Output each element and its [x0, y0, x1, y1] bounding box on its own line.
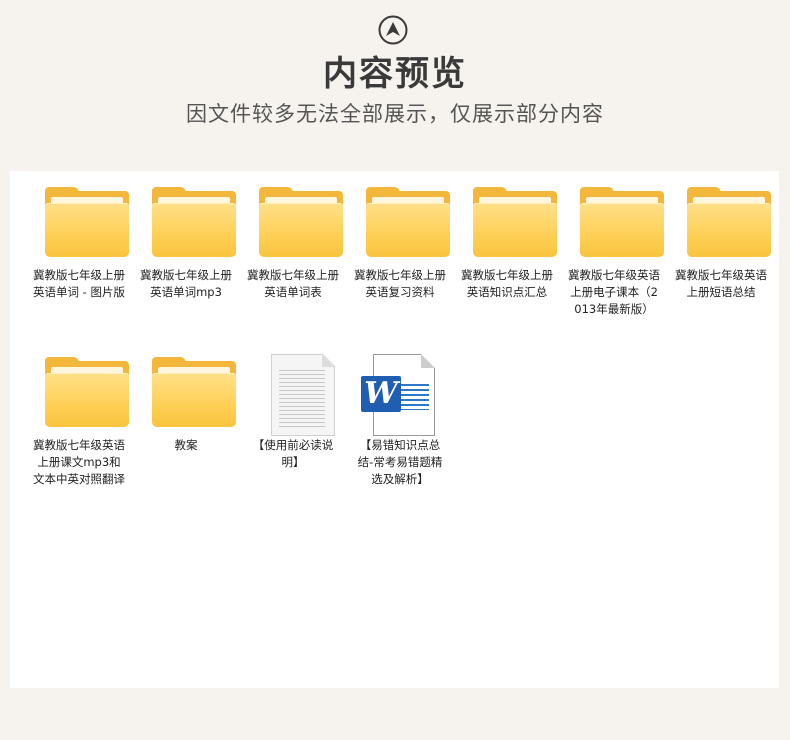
file-name: 冀教版七年级上册英语单词表 — [247, 268, 339, 299]
word-document-icon: W — [361, 354, 441, 438]
file-item[interactable]: W 【易错知识点总结-常考易错题精选及解析】 — [351, 341, 449, 488]
file-item[interactable]: 冀教版七年级英语上册短语总结 — [672, 171, 771, 301]
file-item[interactable]: 冀教版七年级英语上册电子课本（2013年最新版） — [565, 171, 664, 318]
file-name: 冀教版七年级上册英语复习资料 — [354, 268, 446, 299]
folder-icon — [152, 357, 236, 428]
arrow-up-circle-icon — [378, 15, 408, 45]
file-item[interactable]: 冀教版七年级上册英语复习资料 — [351, 171, 450, 301]
folder-icon — [259, 187, 343, 258]
folder-icon — [152, 187, 236, 258]
file-item[interactable]: 冀教版七年级上册英语单词mp3 — [137, 171, 236, 301]
preview-header: 内容预览 因文件较多无法全部展示，仅展示部分内容 — [0, 0, 790, 170]
file-item[interactable]: 【使用前必读说明】 — [244, 341, 342, 471]
folder-icon — [45, 187, 129, 258]
page-title: 内容预览 — [323, 54, 467, 94]
folder-icon — [45, 357, 129, 428]
folder-icon — [366, 187, 450, 258]
file-name: 冀教版七年级英语上册课文mp3和文本中英对照翻译 — [33, 438, 125, 486]
text-document-icon — [271, 353, 336, 436]
file-name: 冀教版七年级上册英语知识点汇总 — [461, 268, 553, 299]
file-item[interactable]: 冀教版七年级上册英语单词表 — [244, 171, 343, 301]
folder-icon — [473, 187, 557, 258]
file-name: 【易错知识点总结-常考易错题精选及解析】 — [357, 438, 443, 486]
file-name: 冀教版七年级英语上册短语总结 — [675, 268, 767, 299]
file-item[interactable]: 冀教版七年级上册英语单词 - 图片版 — [30, 171, 129, 301]
file-item[interactable]: 冀教版七年级上册英语知识点汇总 — [458, 171, 557, 301]
page-subtitle: 因文件较多无法全部展示，仅展示部分内容 — [186, 102, 604, 126]
file-name: 【使用前必读说明】 — [252, 438, 334, 469]
file-name: 教案 — [174, 438, 198, 452]
file-name: 冀教版七年级上册英语单词 - 图片版 — [33, 268, 125, 299]
folder-icon — [687, 187, 771, 258]
file-name: 冀教版七年级英语上册电子课本（2013年最新版） — [568, 268, 660, 316]
file-grid: 冀教版七年级上册英语单词 - 图片版 冀教版七年级上册英语单词mp3 冀教版七年… — [10, 171, 779, 688]
file-name: 冀教版七年级上册英语单词mp3 — [140, 268, 232, 299]
file-item[interactable]: 教案 — [137, 341, 236, 454]
file-item[interactable]: 冀教版七年级英语上册课文mp3和文本中英对照翻译 — [30, 341, 129, 488]
folder-icon — [580, 187, 664, 258]
